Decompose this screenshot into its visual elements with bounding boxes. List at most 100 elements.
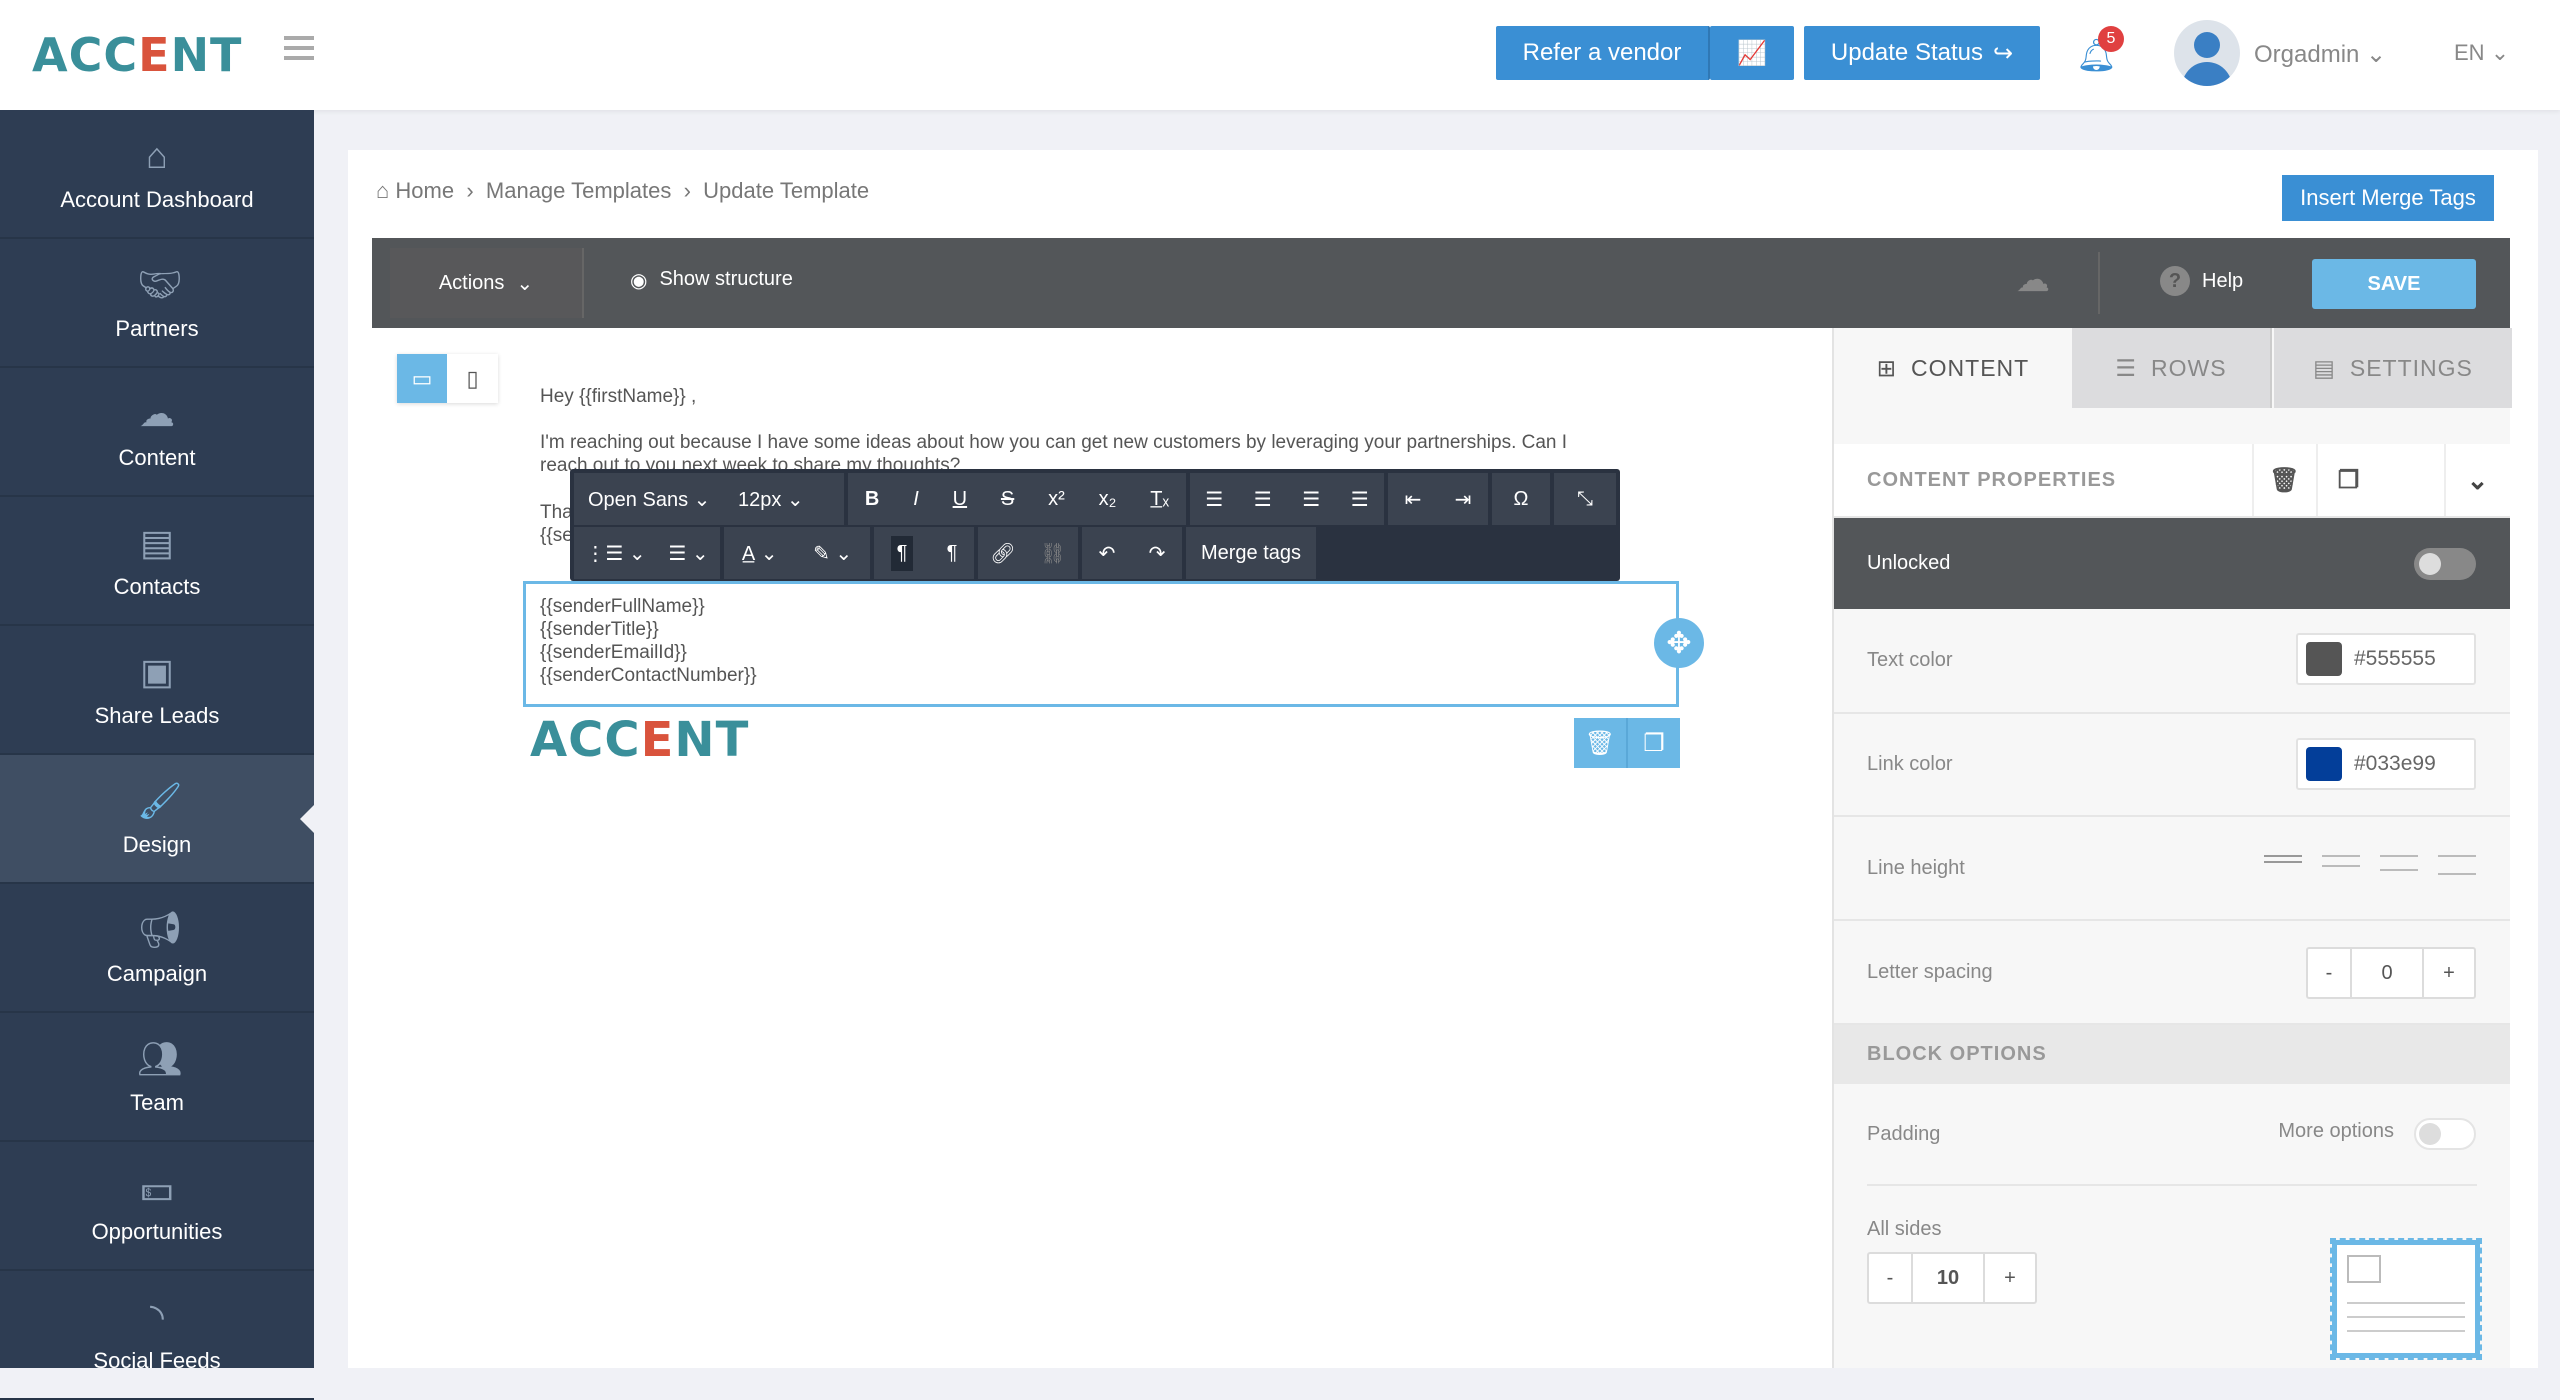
signature-line[interactable]: {{senderEmailId}} [540, 642, 687, 664]
refer-vendor-button[interactable]: Refer a vendor [1496, 26, 1710, 80]
email-paragraph[interactable]: I'm reaching out because I have some ide… [540, 432, 1567, 454]
tab-settings[interactable]: ▤ SETTINGS [2274, 328, 2512, 408]
hamburger-menu-icon[interactable] [284, 36, 314, 60]
chevron-down-icon[interactable]: ⌄ [2444, 444, 2510, 516]
font-size-select[interactable]: 12px ⌄ [738, 487, 804, 512]
trash-icon[interactable]: 🗑︎ [1574, 718, 1628, 768]
notification-badge: 5 [2098, 26, 2124, 52]
move-handle-icon[interactable]: ✥ [1654, 618, 1704, 668]
megaphone-icon: 📢︎ [137, 908, 183, 950]
signature-line[interactable]: {{senderContactNumber}} [540, 665, 757, 687]
line-height-option[interactable] [2380, 855, 2418, 871]
color-swatch[interactable] [2306, 642, 2342, 676]
align-center-icon[interactable]: ☰ [1254, 487, 1272, 512]
align-left-icon[interactable]: ☰ [1205, 487, 1223, 512]
lock-toggle[interactable] [2414, 548, 2476, 580]
sidebar-item-opportunities[interactable]: 💵︎ Opportunities [0, 1142, 314, 1271]
underline-icon[interactable]: U [953, 488, 967, 511]
collapse-icon[interactable]: ⤡ [1577, 488, 1593, 511]
duplicate-icon[interactable]: ❐ [2316, 444, 2380, 516]
text-color-field[interactable]: #555555 [2296, 633, 2476, 685]
bullet-list-icon[interactable]: ☰ ⌄ [668, 541, 708, 566]
justify-icon[interactable]: ☰ [1351, 487, 1369, 512]
accent-logo[interactable]: ACCENT [32, 28, 242, 82]
italic-icon[interactable]: I [913, 488, 919, 511]
subscript-icon[interactable]: x₂ [1099, 488, 1117, 511]
line-height-option[interactable] [2322, 855, 2360, 867]
line-height-option[interactable] [2438, 855, 2476, 875]
merge-tags-button[interactable]: Merge tags [1186, 527, 1316, 579]
align-right-icon[interactable]: ☰ [1302, 487, 1320, 512]
more-options-toggle[interactable] [2414, 1118, 2476, 1150]
all-sides-label: All sides [1867, 1218, 1942, 1240]
breadcrumb-manage-templates[interactable]: Manage Templates [486, 178, 672, 203]
sidebar-item-content[interactable]: ☁ Content [0, 368, 314, 497]
padding-input[interactable]: 10 [1913, 1254, 1985, 1302]
sidebar-item-social-feeds[interactable]: ◝ Social Feeds [0, 1271, 314, 1400]
sidebar-item-design[interactable]: 🖌︎ Design [0, 755, 314, 884]
font-family-select[interactable]: Open Sans ⌄ [588, 487, 738, 512]
sidebar-item-label: Opportunities [91, 1218, 223, 1244]
insert-merge-tags-button[interactable]: Insert Merge Tags [2282, 175, 2494, 221]
sidebar-item-account-dashboard[interactable]: ⌂ Account Dashboard [0, 110, 314, 239]
color-swatch[interactable] [2306, 747, 2342, 781]
strikethrough-icon[interactable]: S [1001, 488, 1014, 511]
language-select[interactable]: EN ⌄ [2454, 40, 2509, 66]
ltr-icon[interactable]: ¶ [890, 535, 914, 571]
update-status-button[interactable]: Update Status ↪ [1804, 26, 2040, 80]
text-color-icon[interactable]: A̲ ⌄ [742, 541, 778, 566]
mobile-icon[interactable]: ▯ [447, 354, 498, 403]
sidebar-item-label: Account Dashboard [60, 186, 254, 212]
bold-icon[interactable]: B [865, 488, 879, 511]
link-color-field[interactable]: #033e99 [2296, 738, 2476, 790]
tab-rows[interactable]: ☰ ROWS [2072, 328, 2272, 408]
signature-line[interactable]: {{senderTitle}} [540, 619, 659, 641]
sidebar-item-label: Design [122, 831, 192, 857]
padding-label: Padding [1867, 1122, 1941, 1145]
sidebar-item-campaign[interactable]: 📢︎ Campaign [0, 884, 314, 1013]
tab-label: ROWS [2151, 354, 2227, 381]
sidebar-item-team[interactable]: 👥︎ Team [0, 1013, 314, 1142]
increment-button[interactable]: + [1985, 1254, 2035, 1302]
font-value: Open Sans [588, 488, 689, 511]
avatar[interactable] [2174, 20, 2240, 86]
block-actions: 🗑︎ ❐ [1574, 718, 1680, 768]
link-icon[interactable]: 🔗︎ [990, 541, 1015, 566]
email-merge-partial[interactable]: {{se [540, 525, 573, 547]
undo-icon[interactable]: ↶ [1099, 541, 1116, 566]
rtl-icon[interactable]: ¶ [947, 542, 958, 565]
sidebar-item-share-leads[interactable]: ▣ Share Leads [0, 626, 314, 755]
user-menu[interactable]: Orgadmin ⌄ [2254, 40, 2386, 69]
tab-content[interactable]: ⊞ CONTENT [1834, 328, 2072, 408]
sidebar-item-partners[interactable]: 🤝︎ Partners [0, 239, 314, 368]
duplicate-icon[interactable]: ❐ [1628, 718, 1680, 768]
actions-dropdown[interactable]: Actions ⌄ [390, 248, 584, 318]
special-char-icon[interactable]: Ω [1514, 488, 1529, 511]
redo-icon[interactable]: ↷ [1149, 541, 1166, 566]
desktop-icon[interactable]: ▭ [397, 354, 447, 403]
increment-button[interactable]: + [2424, 949, 2474, 997]
superscript-icon[interactable]: x² [1048, 488, 1065, 511]
save-button[interactable]: SAVE [2312, 259, 2476, 309]
chart-button[interactable]: 📈 [1710, 26, 1794, 80]
sidebar-item-contacts[interactable]: ▤ Contacts [0, 497, 314, 626]
help-button[interactable]: ? Help [2160, 266, 2243, 296]
signature-line[interactable]: {{senderFullName}} [540, 596, 705, 618]
outdent-icon[interactable]: ⇤ [1405, 487, 1422, 512]
trash-icon[interactable]: 🗑︎ [2252, 444, 2316, 516]
decrement-button[interactable]: - [1869, 1254, 1913, 1302]
highlight-icon[interactable]: ✎ ⌄ [813, 541, 852, 566]
email-closing-partial[interactable]: Tha [540, 502, 573, 524]
properties-panel: ⊞ CONTENT ☰ ROWS ▤ SETTINGS CONTENT PROPERT… [1832, 328, 2512, 1368]
clear-format-icon[interactable]: T̲ₓ [1150, 488, 1169, 511]
email-greeting[interactable]: Hey {{firstName}} , [540, 386, 696, 408]
show-structure-button[interactable]: ◉ Show structure [630, 268, 793, 293]
letter-spacing-input[interactable]: 0 [2352, 949, 2424, 997]
cloud-upload-icon[interactable]: ☁ [2016, 260, 2050, 300]
numbered-list-icon[interactable]: ⋮☰ ⌄ [585, 541, 645, 566]
decrement-button[interactable]: - [2308, 949, 2352, 997]
unlink-icon[interactable]: ⛓︎ [1040, 541, 1065, 566]
indent-icon[interactable]: ⇥ [1455, 487, 1472, 512]
breadcrumb-home[interactable]: Home [395, 178, 454, 203]
line-height-option[interactable] [2264, 855, 2302, 863]
